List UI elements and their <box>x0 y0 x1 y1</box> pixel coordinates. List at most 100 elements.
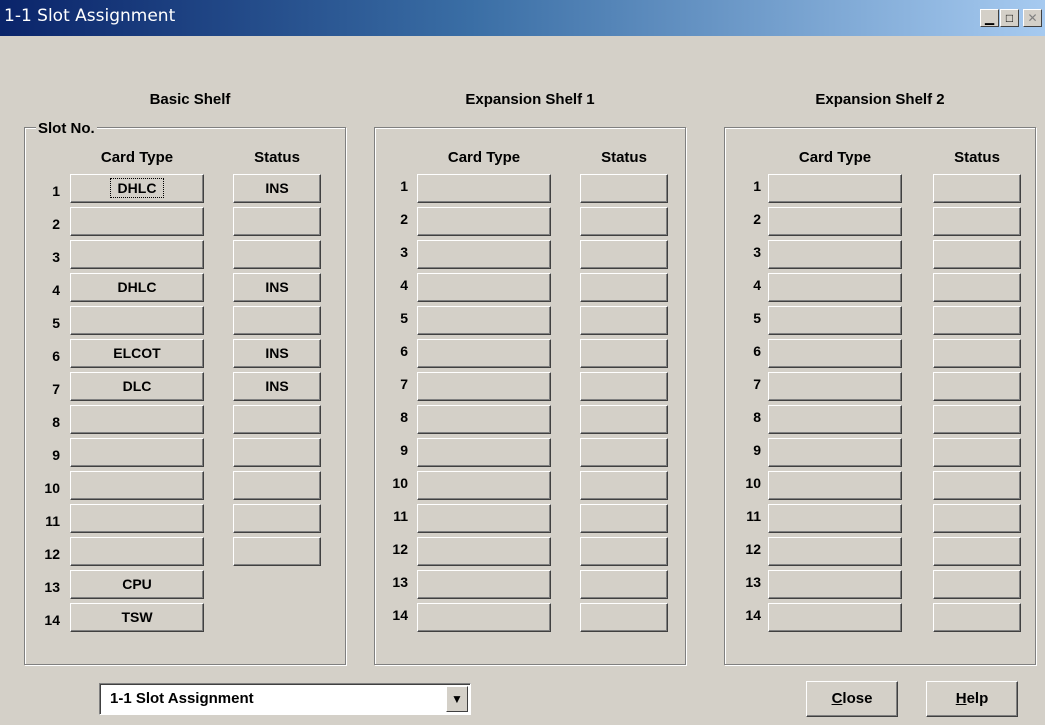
exp1-card-type-button[interactable] <box>417 273 551 302</box>
exp2-status-button[interactable] <box>933 603 1021 632</box>
exp2-card-type-button[interactable] <box>768 471 902 500</box>
exp1-card-type-button[interactable] <box>417 471 551 500</box>
exp1-status-button[interactable] <box>580 471 668 500</box>
basic-card-type-button[interactable]: CPU <box>70 570 204 599</box>
exp2-card-type-button[interactable] <box>768 306 902 335</box>
exp1-status-button[interactable] <box>580 240 668 269</box>
basic-card-type-button[interactable] <box>70 471 204 500</box>
exp2-card-type-button[interactable] <box>768 405 902 434</box>
basic-status-button[interactable]: INS <box>233 339 321 368</box>
basic-card-type-button[interactable] <box>70 240 204 269</box>
exp2-card-type-button[interactable] <box>768 339 902 368</box>
close-button[interactable]: Close <box>806 681 898 717</box>
exp1-slot-number: 12 <box>392 541 408 557</box>
exp1-card-type-button[interactable] <box>417 405 551 434</box>
exp1-card-type-button[interactable] <box>417 372 551 401</box>
basic-status-button[interactable]: INS <box>233 372 321 401</box>
exp2-card-type-button[interactable] <box>768 372 902 401</box>
basic-card-type-button[interactable] <box>70 438 204 467</box>
exp2-status-button[interactable] <box>933 471 1021 500</box>
exp1-status-button[interactable] <box>580 339 668 368</box>
basic-status-button[interactable] <box>233 438 321 467</box>
exp1-status-button[interactable] <box>580 504 668 533</box>
exp1-status-button[interactable] <box>580 207 668 236</box>
exp1-status-button[interactable] <box>580 537 668 566</box>
exp1-card-type-button[interactable] <box>417 339 551 368</box>
exp2-status-button[interactable] <box>933 570 1021 599</box>
minimize-button[interactable]: ▁ <box>980 9 999 27</box>
maximize-button[interactable]: □ <box>1000 9 1019 27</box>
close-window-button[interactable]: ✕ <box>1023 9 1042 27</box>
exp1-status-button[interactable] <box>580 438 668 467</box>
exp1-status-button[interactable] <box>580 405 668 434</box>
exp2-status-button[interactable] <box>933 372 1021 401</box>
exp1-status-button[interactable] <box>580 603 668 632</box>
exp2-card-type-button[interactable] <box>768 438 902 467</box>
exp1-card-type-button[interactable] <box>417 438 551 467</box>
exp2-status-button[interactable] <box>933 537 1021 566</box>
exp2-card-type-button[interactable] <box>768 537 902 566</box>
exp1-status-button[interactable] <box>580 372 668 401</box>
exp2-card-type-header: Card Type <box>798 149 872 166</box>
exp1-slot-number: 5 <box>400 310 408 326</box>
exp2-status-button[interactable] <box>933 273 1021 302</box>
exp2-status-button[interactable] <box>933 405 1021 434</box>
exp1-card-type-button[interactable] <box>417 504 551 533</box>
basic-status-button[interactable] <box>233 240 321 269</box>
exp2-status-button[interactable] <box>933 438 1021 467</box>
exp1-status-button[interactable] <box>580 570 668 599</box>
exp2-status-header: Status <box>954 149 1000 166</box>
basic-shelf-title: Basic Shelf <box>149 91 231 108</box>
exp2-slot-number: 11 <box>746 508 761 524</box>
exp2-status-button[interactable] <box>933 207 1021 236</box>
exp2-status-button[interactable] <box>933 504 1021 533</box>
basic-card-type-button[interactable] <box>70 207 204 236</box>
exp2-status-button[interactable] <box>933 240 1021 269</box>
exp2-status-button[interactable] <box>933 306 1021 335</box>
exp1-status-button[interactable] <box>580 273 668 302</box>
basic-card-type-button[interactable] <box>70 504 204 533</box>
exp2-slot-number: 6 <box>753 343 761 359</box>
exp1-status-button[interactable] <box>580 306 668 335</box>
exp2-card-type-button[interactable] <box>768 207 902 236</box>
exp2-status-button[interactable] <box>933 339 1021 368</box>
exp1-card-type-button[interactable] <box>417 306 551 335</box>
screen-select-combo[interactable]: 1-1 Slot Assignment ▼ <box>99 683 471 715</box>
exp1-card-type-button[interactable] <box>417 240 551 269</box>
exp2-card-type-button[interactable] <box>768 570 902 599</box>
exp1-card-type-button[interactable] <box>417 603 551 632</box>
exp1-status-button[interactable] <box>580 174 668 203</box>
basic-card-type-button[interactable]: ELCOT <box>70 339 204 368</box>
exp1-card-type-button[interactable] <box>417 570 551 599</box>
screen-select-value: 1-1 Slot Assignment <box>110 690 254 707</box>
basic-status-button[interactable] <box>233 537 321 566</box>
basic-status-button[interactable]: INS <box>233 273 321 302</box>
basic-status-button[interactable] <box>233 405 321 434</box>
basic-card-type-button[interactable]: TSW <box>70 603 204 632</box>
exp1-card-type-button[interactable] <box>417 174 551 203</box>
basic-card-type-button[interactable]: DHLC <box>70 273 204 302</box>
help-button[interactable]: Help <box>926 681 1018 717</box>
basic-status-button[interactable] <box>233 471 321 500</box>
combo-dropdown-button[interactable]: ▼ <box>446 686 468 712</box>
exp2-card-type-button[interactable] <box>768 273 902 302</box>
exp1-card-type-button[interactable] <box>417 207 551 236</box>
exp2-card-type-button[interactable] <box>768 174 902 203</box>
exp2-card-type-button[interactable] <box>768 504 902 533</box>
basic-card-type-button[interactable] <box>70 537 204 566</box>
status-label: INS <box>265 378 289 394</box>
basic-status-button[interactable] <box>233 504 321 533</box>
basic-status-button[interactable] <box>233 207 321 236</box>
exp2-slot-number: 9 <box>753 442 761 458</box>
basic-card-type-button[interactable]: DHLC <box>70 174 204 203</box>
exp1-card-type-button[interactable] <box>417 537 551 566</box>
basic-card-type-button[interactable] <box>70 306 204 335</box>
basic-card-type-button[interactable] <box>70 405 204 434</box>
exp2-status-button[interactable] <box>933 174 1021 203</box>
exp2-card-type-button[interactable] <box>768 240 902 269</box>
basic-status-button[interactable] <box>233 306 321 335</box>
exp2-card-type-button[interactable] <box>768 603 902 632</box>
exp1-slot-number: 3 <box>400 244 408 260</box>
basic-card-type-button[interactable]: DLC <box>70 372 204 401</box>
basic-status-button[interactable]: INS <box>233 174 321 203</box>
